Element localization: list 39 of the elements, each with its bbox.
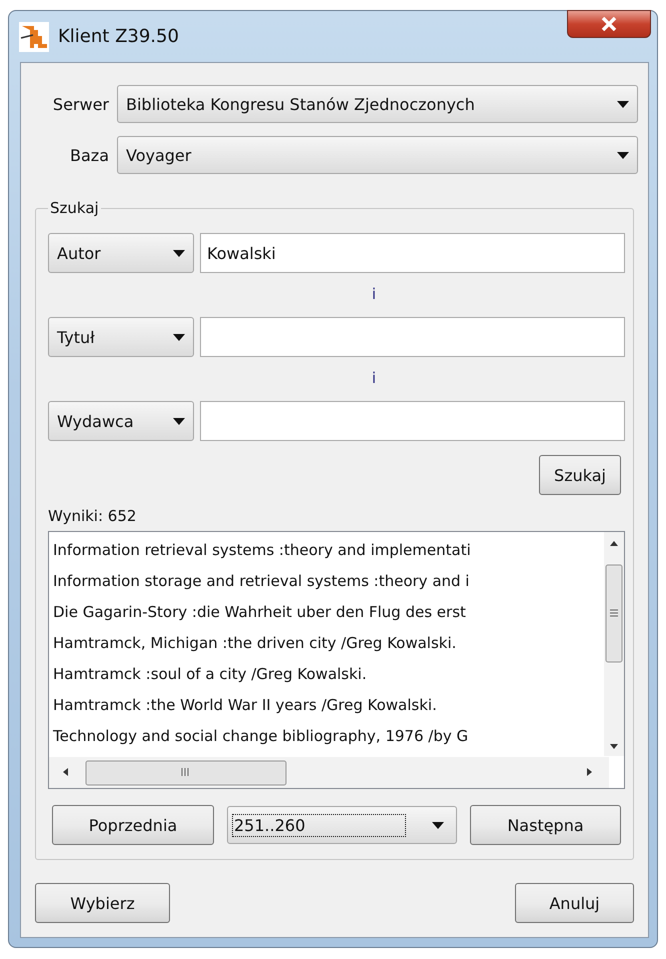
database-dropdown[interactable]: Voyager [117,136,638,174]
cancel-button[interactable]: Anuluj [515,883,634,923]
caret-icon [617,100,629,108]
previous-button[interactable]: Poprzednia [52,805,214,845]
server-label: Serwer [52,94,110,114]
result-item[interactable]: Information retrieval systems :theory and implementati [53,535,600,566]
field-dropdown[interactable]: Wydawca [48,401,194,441]
window-title: Klient Z39.50 [58,26,179,47]
horizontal-scrollbar[interactable] [49,757,609,788]
search-field[interactable] [200,401,625,441]
group-title: Szukaj [49,199,100,217]
caret-icon [432,822,444,828]
result-item[interactable]: Hamtramck, Michigan :the driven city /Greg Kowalski. [53,628,600,659]
caret-icon [173,418,185,424]
field-dropdown[interactable]: Tytuł [48,317,194,357]
caret-icon [617,152,629,158]
caret-icon [173,334,185,340]
close-icon [601,17,617,31]
result-item[interactable]: Technology and social change bibliography, 1976 /by G [53,721,600,752]
result-item[interactable]: Hamtramck :soul of a city /Greg Kowalski. [53,659,600,690]
result-item[interactable]: Hamtramck :the World War II years /Greg Kowalski. [53,690,600,721]
caret-icon [173,250,185,256]
next-button[interactable]: Następna [470,805,621,845]
server-dropdown[interactable]: Biblioteka Kongresu Stanów Zjednoczonych [117,85,638,123]
app-logo-icon [19,22,49,52]
search-field[interactable]: Kowalski [200,233,625,273]
close-button[interactable] [567,10,651,38]
results-count: Wyniki: 652 [48,507,138,525]
search-button[interactable]: Szukaj [539,455,621,495]
database-label: Baza [69,146,110,164]
field-dropdown[interactable]: Autor [48,233,194,273]
range-dropdown[interactable]: 251..260 [227,806,457,844]
search-field[interactable] [200,317,625,357]
select-button[interactable]: Wybierz [35,883,170,923]
result-item[interactable]: Information storage and retrieval systems :theory and i [53,566,600,597]
connector-label: i [372,285,376,303]
result-item[interactable]: Die Gagarin-Story :die Wahrheit uber den Flug des erst [53,597,600,628]
connector-label: i [372,369,376,387]
vertical-scrollbar[interactable] [604,532,624,756]
